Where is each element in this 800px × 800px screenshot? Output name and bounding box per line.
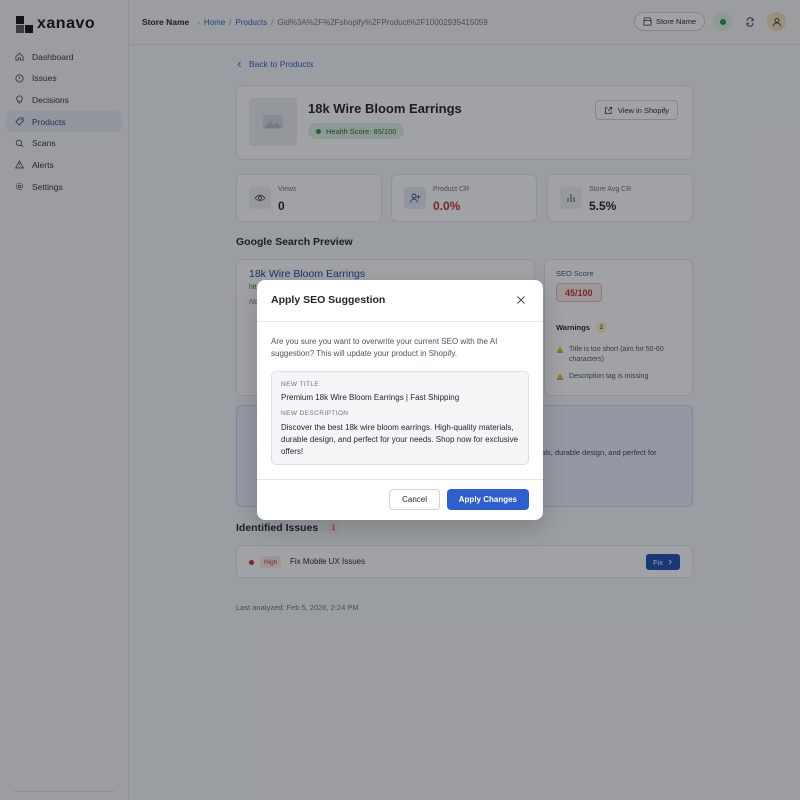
modal-title: Apply SEO Suggestion: [271, 294, 386, 306]
new-description-label: New Description: [281, 410, 349, 417]
new-description-value: Discover the best 18k wire bloom earring…: [281, 423, 519, 456]
cancel-button[interactable]: Cancel: [389, 489, 440, 510]
apply-changes-button[interactable]: Apply Changes: [446, 489, 529, 510]
modal-footer: Cancel Apply Changes: [257, 479, 543, 520]
new-title-label: New Title: [281, 381, 320, 388]
suggestion-preview-box: New Title Premium 18k Wire Bloom Earring…: [271, 371, 529, 465]
apply-seo-modal: Apply SEO Suggestion Are you sure you wa…: [257, 280, 543, 520]
close-icon[interactable]: [516, 295, 526, 305]
modal-divider: [257, 321, 543, 322]
new-title-value: Premium 18k Wire Bloom Earrings | Fast S…: [281, 393, 460, 402]
modal-message: Are you sure you want to overwrite your …: [271, 337, 498, 358]
